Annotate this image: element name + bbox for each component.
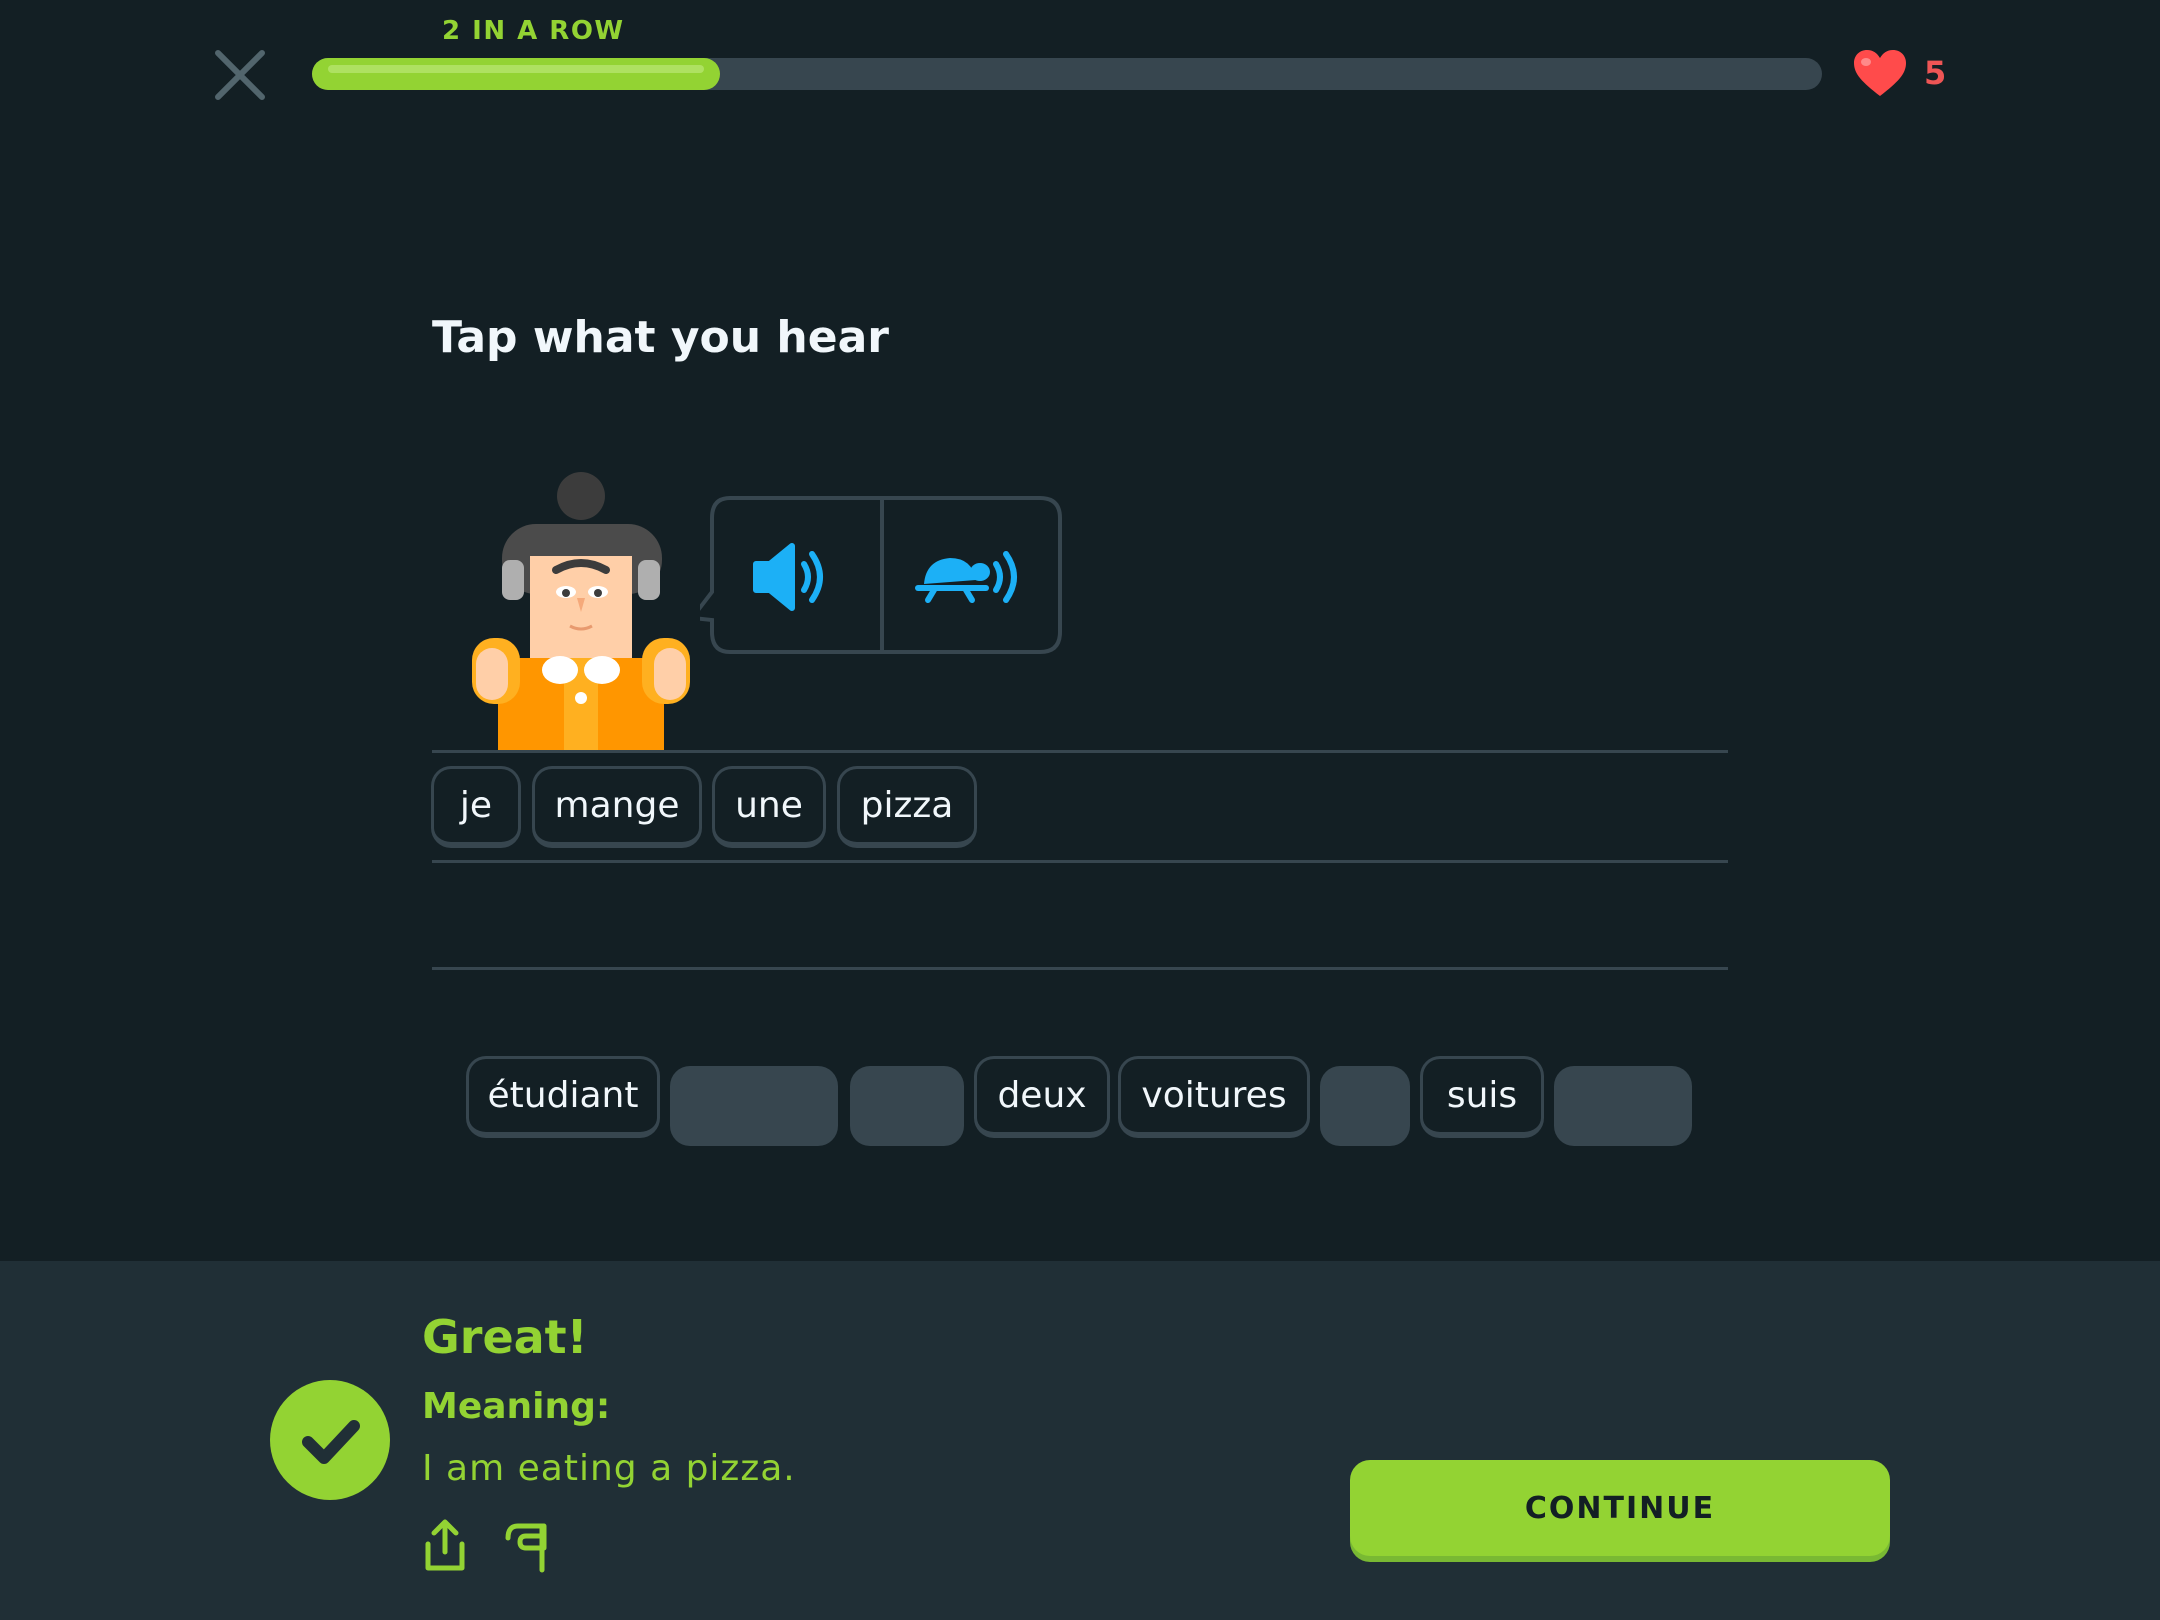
turtle-slow-speaker-icon xyxy=(915,551,1017,603)
meaning-text: I am eating a pizza. xyxy=(422,1448,796,1489)
answer-line-middle xyxy=(432,860,1728,863)
hearts-count: 5 xyxy=(1924,54,1947,92)
close-button[interactable] xyxy=(210,45,270,105)
streak-label: 2 IN A ROW xyxy=(442,16,625,46)
close-icon xyxy=(215,50,265,100)
word-bank-item[interactable]: voitures xyxy=(1118,1056,1310,1138)
word-bank: étudiant deux voitures suis xyxy=(0,1056,2160,1156)
word-bank-item[interactable]: deux xyxy=(974,1056,1110,1138)
meaning-label: Meaning: xyxy=(422,1386,611,1427)
progress-shine xyxy=(328,65,704,73)
report-button[interactable] xyxy=(502,1520,552,1574)
answer-line-bottom xyxy=(432,967,1728,970)
progress-bar xyxy=(312,58,1822,90)
feedback-title: Great! xyxy=(422,1310,588,1364)
play-slow-audio-button[interactable] xyxy=(882,498,1062,654)
speaker-icon xyxy=(753,543,823,611)
word-bank-item[interactable]: étudiant xyxy=(466,1056,660,1138)
continue-button[interactable]: CONTINUE xyxy=(1350,1460,1890,1556)
word-bank-used-slot xyxy=(850,1066,964,1146)
word-bank-used-slot xyxy=(1320,1066,1410,1146)
word-bank-item[interactable]: suis xyxy=(1420,1056,1544,1138)
answer-word[interactable]: mange xyxy=(532,766,702,848)
answer-area: je mange une pizza xyxy=(0,766,2160,856)
play-audio-button[interactable] xyxy=(704,498,880,654)
share-icon xyxy=(425,1519,465,1571)
check-icon xyxy=(302,1420,360,1464)
share-button[interactable] xyxy=(420,1518,470,1574)
flag-icon xyxy=(505,1523,547,1573)
answer-word[interactable]: une xyxy=(712,766,826,848)
word-bank-used-slot xyxy=(670,1066,838,1146)
answer-word[interactable]: je xyxy=(431,766,521,848)
progress-fill xyxy=(312,58,720,90)
instruction-title: Tap what you hear xyxy=(432,312,889,363)
answer-word[interactable]: pizza xyxy=(837,766,977,848)
character-avatar xyxy=(472,472,690,752)
answer-line-top xyxy=(432,750,1728,753)
heart-icon xyxy=(1854,50,1906,96)
word-bank-used-slot xyxy=(1554,1066,1692,1146)
success-badge xyxy=(270,1380,390,1500)
